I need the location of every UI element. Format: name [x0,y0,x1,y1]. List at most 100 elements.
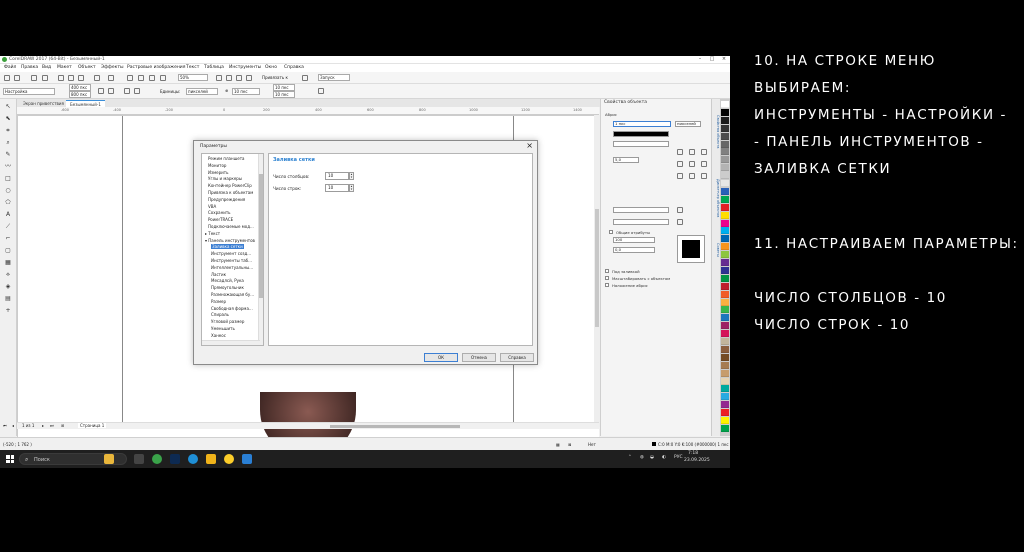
tray-chevron-icon[interactable]: ⌃ [628,455,632,460]
menu-layout[interactable]: Макет [57,65,72,70]
palette-swatch[interactable] [721,424,729,432]
palette-swatch[interactable] [721,338,729,345]
volume-icon[interactable]: ◐ [662,455,666,460]
options-tree-item[interactable]: Прямоугольник [211,285,244,290]
options-tree-item[interactable]: Размер [211,299,226,304]
behind-fill-checkbox[interactable] [605,269,609,273]
options-tree-item[interactable]: Размножающая бу... [211,292,254,297]
options-tree-item[interactable]: Режим планшета [208,156,245,161]
palette-swatch[interactable] [721,187,729,195]
paste-icon[interactable] [78,75,84,81]
palette-swatch[interactable] [721,132,729,140]
options-tree-item[interactable]: Интеллектуальны... [211,265,253,270]
options-tree-item[interactable]: Месадлсй, Рука [211,278,244,283]
arrow-settings-end-icon[interactable] [677,219,683,225]
tab-page-1[interactable]: Страница 1 [78,423,107,428]
options-tree-item[interactable]: Сохранить [208,210,231,215]
options-tree-item[interactable]: Предупреждения [208,197,245,202]
app-window-icon[interactable] [242,454,252,464]
columns-spinner-icon[interactable]: ▴ ▾ [349,172,354,180]
options-tree-item[interactable]: Свободная форма... [211,306,253,311]
menu-file[interactable]: Файл [4,65,16,70]
cancel-button[interactable]: Отмена [462,353,496,362]
menu-text[interactable]: Текст [186,65,199,70]
palette-swatch[interactable] [721,108,729,116]
units-dropdown[interactable]: пикселей [186,88,218,95]
smart-fill-icon[interactable]: ▤ [4,295,12,302]
launch-dropdown[interactable]: Запуск [318,74,350,81]
tray-app-icon[interactable]: ◍ [640,455,644,460]
page-width-field[interactable]: 400 пкс [69,84,91,91]
palette-swatch[interactable] [721,164,729,172]
options-tree-item[interactable]: Спираль [211,312,229,317]
palette-swatch[interactable] [721,116,729,124]
artistic-media-icon[interactable]: 〰 [4,163,12,170]
palette-swatch[interactable] [721,298,729,306]
shape-tool-icon[interactable]: ⬉ [4,115,12,122]
print-icon[interactable] [42,75,48,81]
palette-swatch[interactable] [721,393,729,401]
palette-swatch[interactable] [721,361,729,369]
palette-swatch[interactable] [721,172,729,180]
options-tree-item[interactable]: Контейнер PowerClip [208,183,252,188]
options-tree-item[interactable]: ▾ Панель инструментов [205,238,255,243]
photoshop-icon[interactable] [170,454,180,464]
palette-swatch[interactable] [721,211,729,219]
options-tree-item[interactable]: VBA [208,204,216,209]
line-style-dropdown[interactable] [613,141,669,147]
palette-swatch[interactable] [721,377,729,385]
open-icon[interactable] [14,75,20,81]
pick-tool-icon[interactable]: ↖ [4,103,12,110]
task-view-icon[interactable] [134,454,144,464]
clock-time[interactable]: 7:18 [688,451,698,456]
tree-horizontal-scrollbar[interactable] [202,340,260,345]
palette-swatch[interactable] [721,140,729,148]
palette-swatch[interactable] [721,195,729,203]
next-page-icon[interactable]: ▸ [42,423,44,428]
palette-swatch[interactable] [721,282,729,290]
menu-help[interactable]: Справка [284,65,304,70]
palette-swatch[interactable] [721,203,729,211]
options-gear-icon[interactable] [302,75,308,81]
windows-start-icon[interactable] [6,455,14,463]
palette-swatch[interactable] [721,274,729,282]
columns-field[interactable]: 10 [325,172,349,180]
network-icon[interactable]: ◒ [650,455,654,460]
overprint-outline-checkbox[interactable] [605,283,609,287]
vtab-object-properties[interactable]: Свойства объекта [713,115,720,148]
palette-swatch[interactable] [721,417,729,424]
text-tool-icon[interactable]: A [4,211,12,218]
rectangle-tool-icon[interactable]: □ [4,175,12,182]
options-tree-item[interactable]: ▸ Текст [205,231,220,236]
corner-miter-icon[interactable] [677,149,683,155]
vtab-hints[interactable]: Советы [713,243,720,257]
palette-swatch[interactable] [721,401,729,409]
dialog-close-icon[interactable]: × [526,141,533,150]
language-indicator[interactable]: РУС [674,455,683,460]
maximize-icon[interactable]: □ [706,56,718,64]
landscape-icon[interactable] [108,88,114,94]
palette-swatch[interactable] [721,148,729,156]
clock-date[interactable]: 23.09.2025 [684,458,710,463]
coreldraw-taskbar-icon[interactable] [152,454,162,464]
cut-icon[interactable] [58,75,64,81]
options-tree-item[interactable]: Подключаемые мод... [208,224,254,229]
show-grid-icon[interactable] [236,75,242,81]
save-icon[interactable] [31,75,37,81]
options-tree-item[interactable]: PowerTRACE [208,217,233,222]
interactive-fill-icon[interactable]: ◈ [4,283,12,290]
menu-edit[interactable]: Правка [21,65,38,70]
all-pages-icon[interactable] [124,88,130,94]
widgets-icon[interactable] [104,454,114,464]
scroll-thumb[interactable] [330,425,460,428]
options-tree-item[interactable]: Уменьшить [211,326,235,331]
palette-swatch[interactable] [721,290,729,298]
scale-with-object-checkbox[interactable] [605,276,609,280]
palette-swatch[interactable] [721,409,729,417]
page-color-icon[interactable] [318,88,324,94]
tab-document[interactable]: Безымянный-1 [66,100,105,107]
menu-table[interactable]: Таблица [204,65,224,70]
last-page-icon[interactable]: ⏭ [50,423,54,428]
nib-preview[interactable] [677,235,705,263]
menu-effects[interactable]: Эффекты [101,65,124,70]
